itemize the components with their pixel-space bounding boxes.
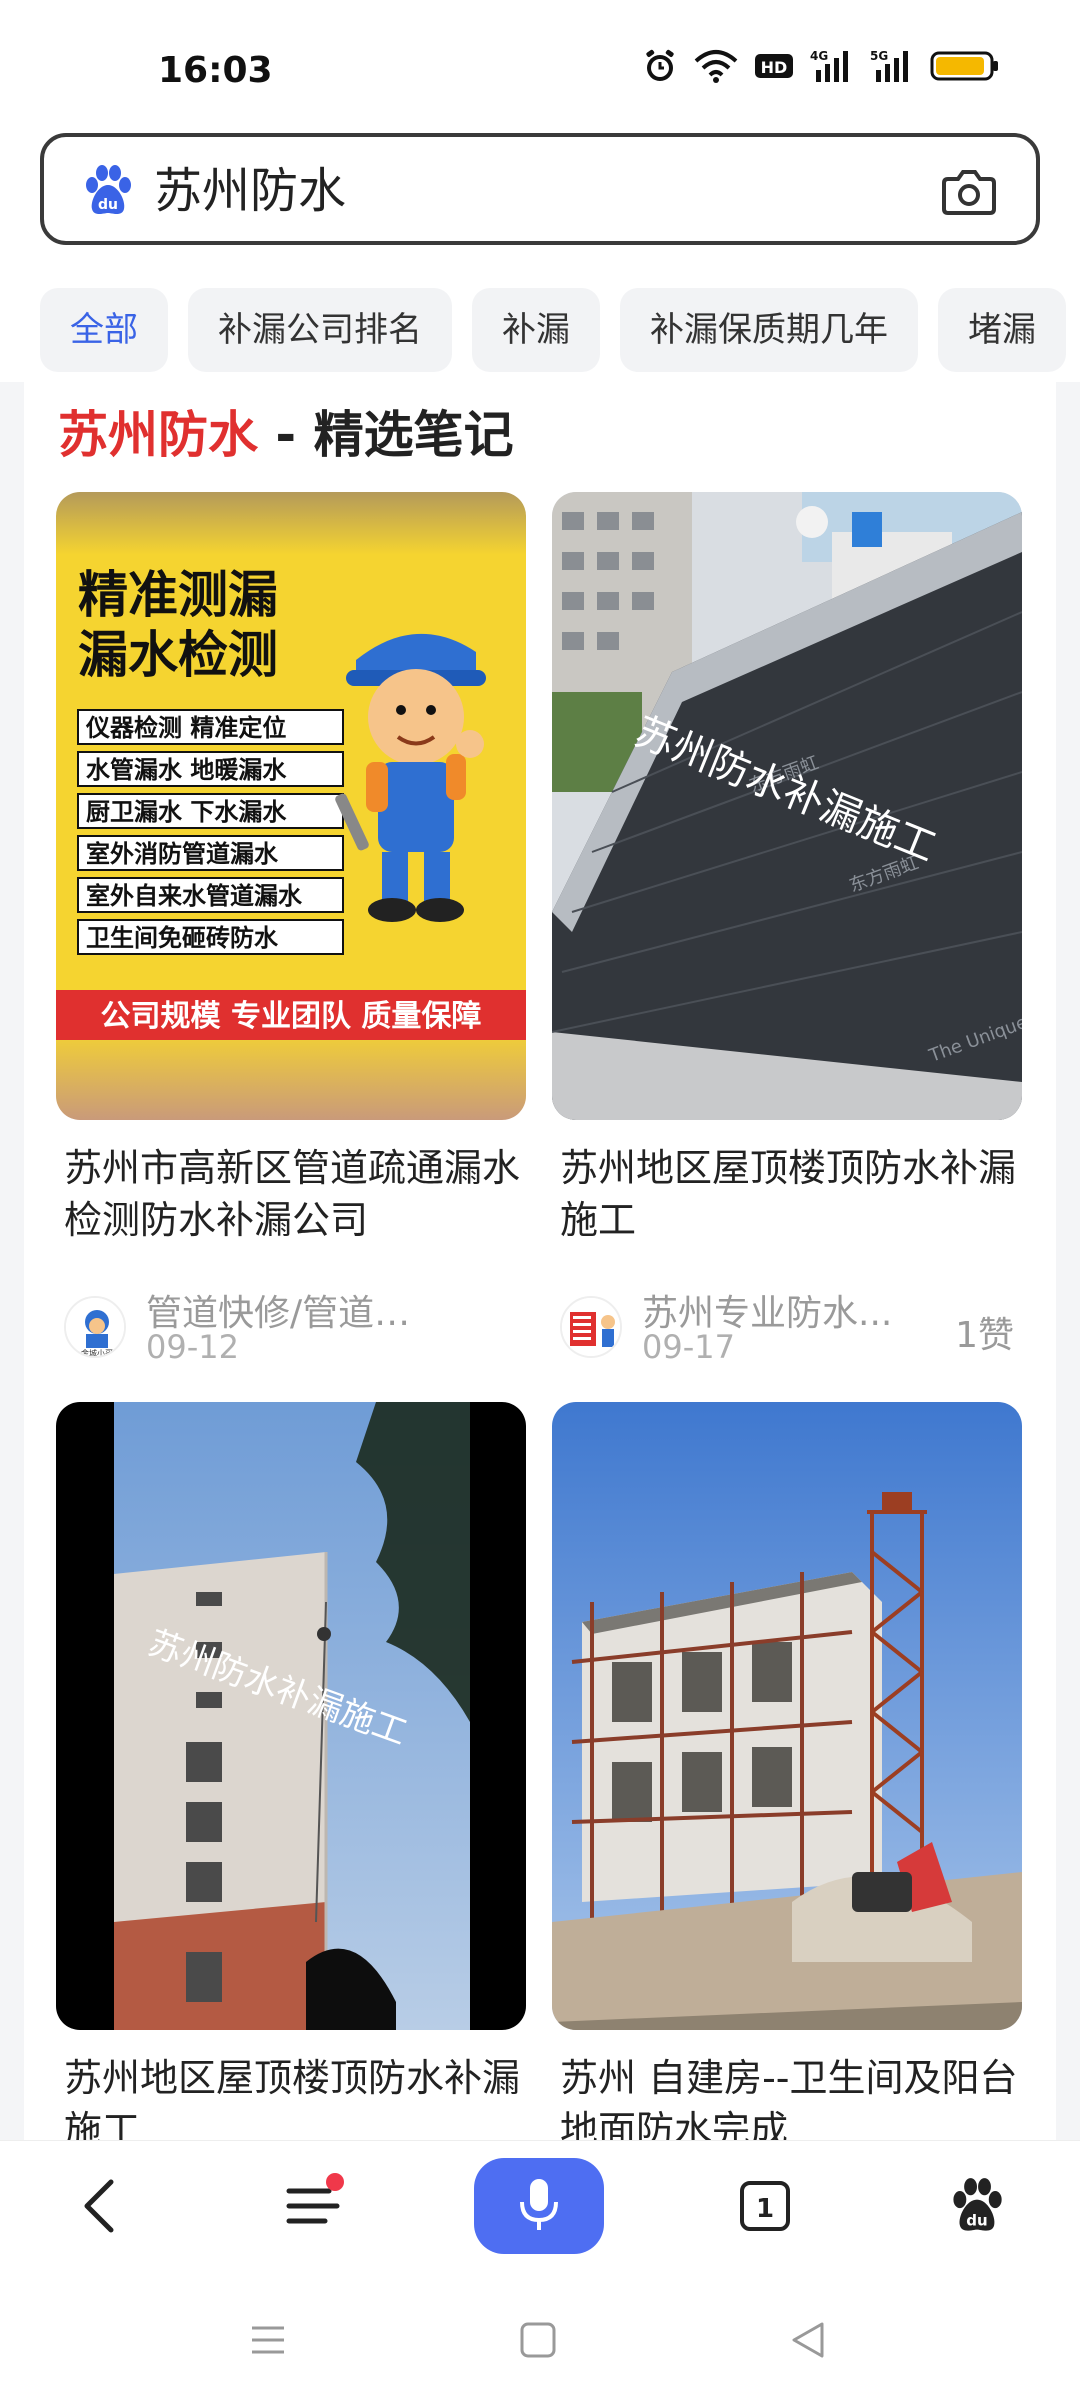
note-author[interactable]: 金城小哥 管道快修/管道测漏... 09-12 bbox=[56, 1284, 526, 1366]
section-title-rest: - 精选笔记 bbox=[258, 406, 514, 464]
alarm-icon bbox=[642, 48, 678, 84]
signal-5g-icon: 5G bbox=[870, 48, 914, 84]
bottom-nav: 1 du bbox=[0, 2140, 1080, 2270]
note-image[interactable] bbox=[552, 1402, 1022, 2030]
poster-row: 厨卫漏水 下水漏水 bbox=[86, 798, 287, 826]
note-image[interactable]: 东方雨虹 东方雨虹 The Unique 苏州防水补漏施工 bbox=[552, 492, 1022, 1120]
battery-icon bbox=[930, 49, 1000, 83]
svg-text:du: du bbox=[98, 197, 118, 213]
baidu-paw-icon: du bbox=[80, 163, 136, 219]
status-bar: 16:03 HD 4G 5G bbox=[0, 0, 1080, 130]
notification-dot bbox=[326, 2173, 344, 2191]
note-image[interactable]: 苏州防水补漏施工 bbox=[56, 1402, 526, 2030]
tab-warranty-years[interactable]: 补漏保质期几年 bbox=[620, 288, 918, 372]
poster-row: 卫生间免砸砖防水 bbox=[86, 924, 279, 952]
tab-count: 1 bbox=[756, 2194, 774, 2224]
section-title: 苏州防水 - 精选笔记 bbox=[58, 400, 514, 470]
home-icon[interactable] bbox=[508, 2310, 568, 2370]
note-title[interactable]: 苏州市高新区管道疏通漏水检测防水补漏公司 bbox=[64, 1142, 524, 1246]
tab-leak-repair-ranking[interactable]: 补漏公司排名 bbox=[188, 288, 452, 372]
back-icon[interactable] bbox=[54, 2161, 144, 2251]
hd-icon: HD bbox=[754, 51, 794, 81]
search-input[interactable]: 苏州防水 bbox=[154, 163, 346, 219]
svg-text:du: du bbox=[966, 2211, 987, 2229]
baidu-home-icon[interactable]: du bbox=[932, 2161, 1022, 2251]
tab-plug-leak[interactable]: 堵漏 bbox=[938, 288, 1066, 372]
camera-icon[interactable] bbox=[938, 161, 1000, 223]
poster-headline-1: 精准测漏 bbox=[78, 566, 278, 624]
menu-icon[interactable] bbox=[268, 2161, 358, 2251]
back-triangle-icon[interactable] bbox=[778, 2310, 838, 2370]
avatar[interactable] bbox=[560, 1296, 622, 1358]
poster-row: 室外自来水管道漏水 bbox=[86, 882, 303, 910]
note-author[interactable]: 苏州专业防水... 09-17 1赞 bbox=[552, 1284, 1022, 1366]
note-title[interactable]: 苏州地区屋顶楼顶防水补漏施工 bbox=[64, 2052, 524, 2140]
hd-label: HD bbox=[761, 58, 788, 77]
note-title[interactable]: 苏州 自建房--卫生间及阳台地面防水完成 bbox=[560, 2052, 1020, 2140]
like-count[interactable]: 1赞 bbox=[955, 1306, 1014, 1358]
status-time: 16:03 bbox=[158, 50, 273, 91]
poster-row: 室外消防管道漏水 bbox=[86, 840, 279, 868]
network-5g-label: 5G bbox=[870, 49, 888, 63]
wifi-icon bbox=[694, 49, 738, 83]
system-nav bbox=[0, 2270, 1080, 2400]
poster-row: 水管漏水 地暖漏水 bbox=[86, 756, 287, 784]
poster-footer: 公司规模 专业团队 质量保障 bbox=[101, 999, 482, 1034]
note-title[interactable]: 苏州地区屋顶楼顶防水补漏施工 bbox=[560, 1142, 1020, 1246]
search-bar[interactable]: du 苏州防水 bbox=[40, 133, 1040, 245]
microphone-icon bbox=[517, 2176, 561, 2236]
note-image[interactable]: 精准测漏 漏水检测 仪器检测 精准定位 水管漏水 地暖漏水 厨卫漏水 下水漏水 … bbox=[56, 492, 526, 1120]
results-area: 苏州防水 - 精选笔记 精准测漏 漏水检测 仪器检测 精准定位 水管漏水 地暖漏… bbox=[0, 382, 1080, 2140]
avatar-text: 金城小哥 bbox=[81, 1348, 113, 1358]
poster-row: 仪器检测 精准定位 bbox=[85, 714, 286, 742]
network-4g-label: 4G bbox=[810, 49, 828, 63]
avatar[interactable]: 金城小哥 bbox=[64, 1296, 126, 1358]
tab-leak-repair[interactable]: 补漏 bbox=[472, 288, 600, 372]
note-date: 09-17 bbox=[642, 1328, 735, 1366]
status-icons: HD 4G 5G bbox=[642, 48, 1000, 84]
tab-all[interactable]: 全部 bbox=[40, 288, 168, 372]
recents-icon[interactable] bbox=[238, 2310, 298, 2370]
tabs-button[interactable]: 1 bbox=[720, 2161, 810, 2251]
signal-4g-icon: 4G bbox=[810, 48, 854, 84]
voice-search-button[interactable] bbox=[474, 2158, 604, 2254]
section-title-highlight[interactable]: 苏州防水 bbox=[58, 406, 258, 464]
note-date: 09-12 bbox=[146, 1328, 239, 1366]
filter-tabs: 全部 补漏公司排名 补漏 补漏保质期几年 堵漏 bbox=[40, 288, 1080, 372]
poster-headline-2: 漏水检测 bbox=[78, 626, 278, 684]
notes-panel: 苏州防水 - 精选笔记 精准测漏 漏水检测 仪器检测 精准定位 水管漏水 地暖漏… bbox=[24, 382, 1056, 2140]
